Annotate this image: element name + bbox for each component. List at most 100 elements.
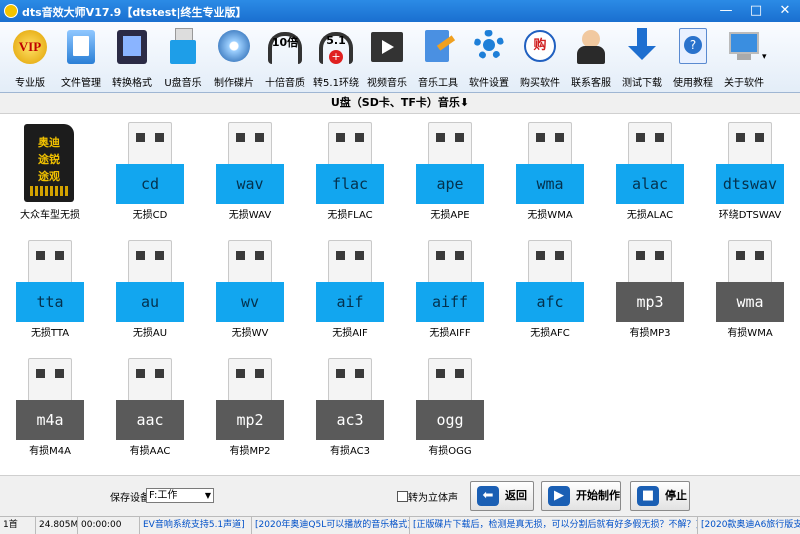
format-card-lossy-mp3[interactable]: mp3 有损MP3 xyxy=(600,234,700,352)
usb-plug xyxy=(128,240,172,282)
status-tip-link[interactable]: [2020年奥迪Q5L可以播放的音乐格式] xyxy=(252,517,410,534)
usb-format-tag: dtswav xyxy=(716,164,784,204)
toolbar-button-usb-music[interactable]: U盘音乐 xyxy=(158,24,208,90)
format-card-label: 环绕DTSWAV xyxy=(718,210,782,221)
usb-format-tag: wma xyxy=(716,282,784,322)
toolbar-button-surround-51[interactable]: 5.1 + 转5.1环绕 xyxy=(311,24,361,90)
toolbar-button-burn-disc[interactable]: 制作碟片 xyxy=(209,24,259,90)
format-card-lossless-tta[interactable]: tta 无损TTA xyxy=(0,234,100,352)
toolbar-button-music-tools[interactable]: 音乐工具 xyxy=(413,24,463,90)
window-title: dts音效大师V17.9【dtstest|终生专业版】 xyxy=(22,6,247,19)
toolbar-button-vip[interactable]: VIP 专业版 xyxy=(5,24,55,90)
format-card-vw-lossless[interactable]: 奥迪 途锐 途观大众车型无损 xyxy=(0,116,100,234)
toolbar-button-tutorial[interactable]: ? 使用教程 xyxy=(668,24,718,90)
usb-plug-hole xyxy=(355,369,364,378)
toolbar-button-test-download[interactable]: 测试下载 xyxy=(617,24,667,90)
toolbar-button-settings-gear[interactable]: 软件设置 xyxy=(464,24,514,90)
usb-plug-hole xyxy=(655,251,664,260)
format-card-lossless-cd[interactable]: cd 无损CD xyxy=(100,116,200,234)
format-card-lossless-flac[interactable]: flac 无损FLAC xyxy=(300,116,400,234)
start-button[interactable]: ▶ 开始制作 xyxy=(541,481,621,511)
usb-plug-hole xyxy=(755,251,764,260)
usb-plug-hole xyxy=(455,251,464,260)
toolbar-overflow-icon[interactable]: ▾ xyxy=(762,52,767,62)
sd-card-icon: 奥迪 途锐 途观 xyxy=(24,124,74,202)
usb-plug-hole xyxy=(355,133,364,142)
usb-format-tag: afc xyxy=(516,282,584,322)
status-tip-link[interactable]: EV音响系统支持5.1声道] xyxy=(140,517,252,534)
surround-51-icon: 5.1 + xyxy=(317,26,355,66)
usb-format-tag: ape xyxy=(416,164,484,204)
usb-plug xyxy=(628,240,672,282)
toolbar-button-buy-software[interactable]: 购购买软件 xyxy=(515,24,565,90)
usb-format-tag: aac xyxy=(116,400,184,440)
format-card-lossless-wv[interactable]: wv 无损WV xyxy=(200,234,300,352)
music-tools-icon xyxy=(419,26,457,66)
usb-drive-icon: aiff xyxy=(416,240,484,322)
usb-format-tag: ac3 xyxy=(316,400,384,440)
format-card-label: 大众车型无损 xyxy=(20,210,80,221)
format-card-lossy-mp2[interactable]: mp2 有损MP2 xyxy=(200,352,300,470)
usb-format-tag: wv xyxy=(216,282,284,322)
maximize-button[interactable]: □ xyxy=(742,0,770,22)
close-button[interactable]: ✕ xyxy=(771,0,799,22)
format-card-lossless-wav[interactable]: wav 无损WAV xyxy=(200,116,300,234)
toolbar-button-file-manager[interactable]: 文件管理 xyxy=(56,24,106,90)
bottom-control-bar: 保存设备 F:工作 ▼ 转为立体声 ⬅ 返回 ▶ 开始制作 ■ 停止 xyxy=(0,475,800,516)
format-card-lossless-aiff[interactable]: aiff 无损AIFF xyxy=(400,234,500,352)
sd-card-pins xyxy=(30,186,68,196)
usb-format-tag: flac xyxy=(316,164,384,204)
usb-plug-hole xyxy=(55,369,64,378)
usb-plug xyxy=(328,358,372,400)
usb-plug-hole xyxy=(336,133,345,142)
customer-service-icon xyxy=(572,26,610,66)
format-card-label: 有损MP3 xyxy=(629,328,671,339)
format-card-label: 无损AIF xyxy=(332,328,368,339)
format-card-lossless-alac[interactable]: alac 无损ALAC xyxy=(600,116,700,234)
format-card-lossy-aac[interactable]: aac 有损AAC xyxy=(100,352,200,470)
usb-drive-icon: wma xyxy=(516,122,584,204)
format-card-lossy-ac3[interactable]: ac3 有损AC3 xyxy=(300,352,400,470)
stereo-checkbox-label[interactable]: 转为立体声 xyxy=(408,489,458,504)
arrow-left-icon: ⬅ xyxy=(477,486,499,506)
stop-button[interactable]: ■ 停止 xyxy=(630,481,690,511)
back-button[interactable]: ⬅ 返回 xyxy=(470,481,534,511)
format-card-lossless-dtswav[interactable]: dtswav 环绕DTSWAV xyxy=(700,116,800,234)
format-card-lossless-ape[interactable]: ape 无损APE xyxy=(400,116,500,234)
toolbar-button-convert-format[interactable]: 转换格式 xyxy=(107,24,157,90)
format-card-lossless-afc[interactable]: afc 无损AFC xyxy=(500,234,600,352)
format-card-label: 无损AFC xyxy=(530,328,570,339)
format-card-lossless-wma[interactable]: wma 无损WMA xyxy=(500,116,600,234)
minimize-button[interactable]: — xyxy=(712,0,740,22)
toolbar-button-ten-times-quality[interactable]: 10倍 十倍音质 xyxy=(260,24,310,90)
sd-card-text: 奥迪 途锐 途观 xyxy=(38,136,60,183)
stereo-checkbox[interactable] xyxy=(397,491,408,502)
usb-drive-icon: alac xyxy=(616,122,684,204)
usb-plug-hole xyxy=(536,251,545,260)
usb-plug xyxy=(228,358,272,400)
save-device-select[interactable]: F:工作 ▼ xyxy=(146,488,214,503)
usb-drive-icon: aif xyxy=(316,240,384,322)
usb-plug xyxy=(528,122,572,164)
usb-format-tag: au xyxy=(116,282,184,322)
format-card-lossy-ogg[interactable]: ogg 有损OGG xyxy=(400,352,500,470)
main-toolbar: VIP 专业版 文件管理 转换格式 U盘音乐 制作碟片 10倍 十倍音质 5.1 + 转5.1环绕视… xyxy=(0,22,800,93)
usb-plug xyxy=(728,122,772,164)
toolbar-button-customer-service[interactable]: 联系客服 xyxy=(566,24,616,90)
usb-plug-hole xyxy=(555,133,564,142)
toolbar-button-video-music[interactable]: 视频音乐 xyxy=(362,24,412,90)
usb-plug-hole xyxy=(236,369,245,378)
format-card-lossy-m4a[interactable]: m4a 有损M4A xyxy=(0,352,100,470)
format-card-lossy-wma[interactable]: wma 有损WMA xyxy=(700,234,800,352)
format-card-lossless-aif[interactable]: aif 无损AIF xyxy=(300,234,400,352)
usb-plug-hole xyxy=(155,369,164,378)
usb-drive-icon: cd xyxy=(116,122,184,204)
format-card-label: 无损WV xyxy=(231,328,269,339)
usb-drive-icon: wma xyxy=(716,240,784,322)
status-tip-link[interactable]: [2020款奥迪A6旅行版支持 xyxy=(698,517,800,534)
usb-plug-hole xyxy=(336,369,345,378)
format-card-label: 有损WMA xyxy=(727,328,773,339)
usb-plug-hole xyxy=(736,251,745,260)
status-tip-link[interactable]: [正版碟片下载后，检测是真无损，可以分割后就有好多假无损？不解？] xyxy=(410,517,698,534)
format-card-lossless-au[interactable]: au 无损AU xyxy=(100,234,200,352)
